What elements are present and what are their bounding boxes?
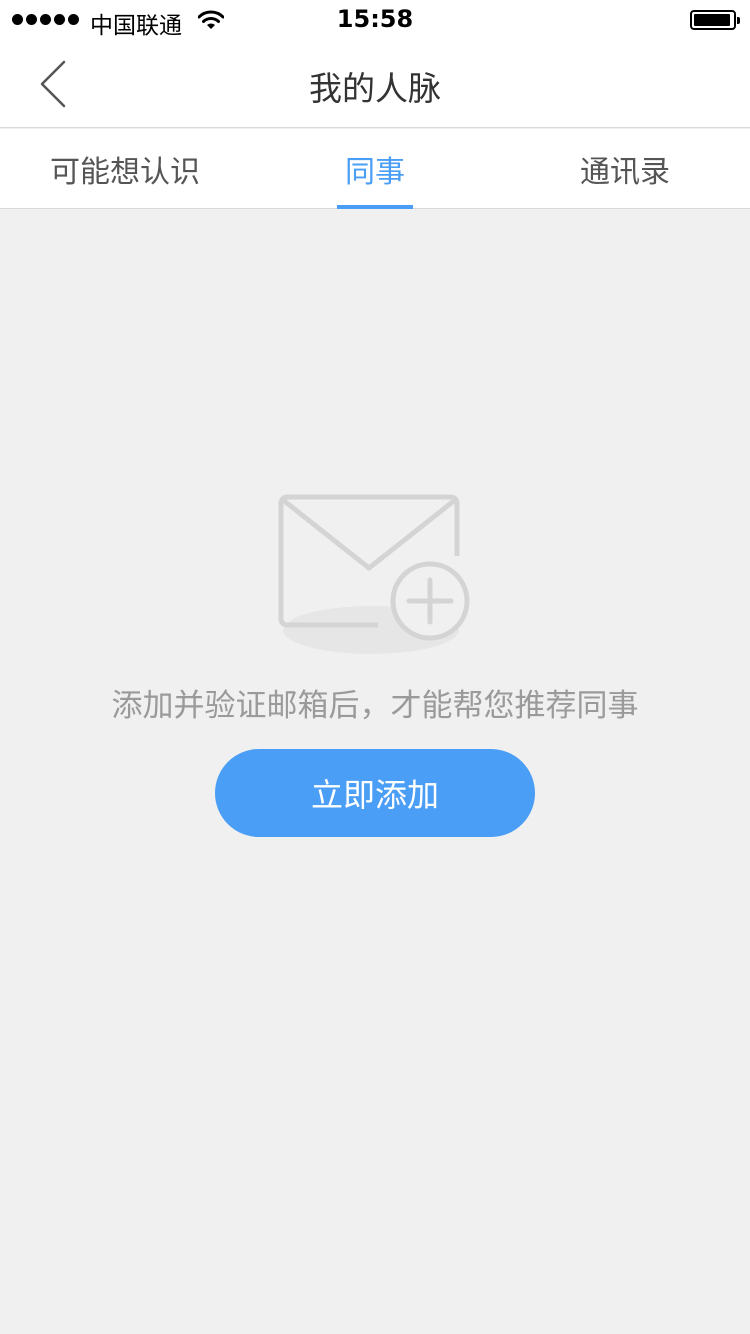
tab-label: 同事	[345, 154, 405, 190]
tab-may-know[interactable]: 可能想认识	[0, 129, 250, 208]
add-now-button[interactable]: 立即添加	[215, 749, 535, 837]
page-title: 我的人脉	[309, 69, 441, 108]
mail-add-icon	[278, 494, 470, 654]
status-bar: 中国联通 15:58	[0, 0, 750, 40]
status-time: 15:58	[336, 5, 414, 33]
tab-bar: 可能想认识 同事 通讯录	[0, 129, 750, 209]
tab-label: 通讯录	[580, 154, 670, 190]
tab-active-indicator	[337, 205, 413, 209]
empty-state-message: 添加并验证邮箱后，才能帮您推荐同事	[111, 688, 639, 724]
tab-contacts[interactable]: 通讯录	[500, 129, 750, 208]
nav-bar: 我的人脉	[0, 40, 750, 128]
tab-colleagues[interactable]: 同事	[250, 129, 500, 209]
battery-icon	[690, 10, 740, 30]
tab-label: 可能想认识	[50, 154, 200, 190]
